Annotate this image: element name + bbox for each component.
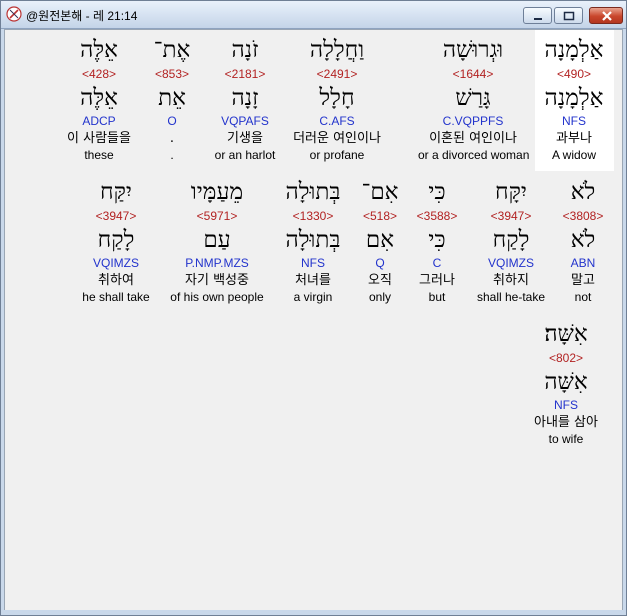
status-bar — [4, 610, 623, 615]
strong-number: <802> — [548, 351, 584, 365]
morphology-code: NFS — [554, 398, 578, 412]
word-entry[interactable]: אִשָּׁה׃ <802> אִשָּׁה NFS 아내를 삼아 to wife — [511, 318, 621, 448]
hebrew-lemma: אֵלֶּה — [80, 85, 118, 111]
maximize-button[interactable] — [554, 7, 583, 24]
hebrew-word: מֵעַמָּיו — [190, 179, 244, 205]
title-bar[interactable]: @원전본해 - 레 21:14 — [1, 1, 626, 29]
strong-number: <428> — [81, 67, 117, 81]
english-gloss: these — [84, 148, 114, 162]
hebrew-word: אַלְמָנָה — [544, 37, 604, 63]
hebrew-lemma: בְּתוּלָה — [285, 227, 341, 253]
close-button[interactable] — [589, 7, 623, 24]
maximize-icon — [563, 11, 575, 21]
english-gloss: or a divorced woman — [418, 148, 530, 162]
korean-gloss: 이혼된 여인이나 — [429, 131, 517, 146]
strong-number: <1330> — [292, 209, 334, 223]
morphology-code: NFS — [301, 256, 325, 270]
interlinear-panel[interactable]: אַלְמָנָה <490> אַלְמָנָה NFS 과부나 A widow וּגְ… — [4, 29, 623, 611]
word-entry[interactable]: אַלְמָנָה <490> אַלְמָנָה NFS 과부나 A widow — [519, 34, 627, 164]
hebrew-lemma: עַם — [203, 227, 231, 253]
english-gloss: A widow — [551, 148, 597, 162]
korean-gloss: 처녀를 — [295, 273, 331, 288]
korean-gloss: 이 사람들을 — [67, 131, 131, 146]
hebrew-word: בְּתוּלָה — [285, 179, 341, 205]
hebrew-word: וּגְרוּשָׁה — [442, 37, 504, 63]
hebrew-word: אֵלֶּה — [80, 37, 118, 63]
strong-number: <490> — [556, 67, 592, 81]
hebrew-word: יִקַּח — [100, 179, 132, 205]
app-window: @원전본해 - 레 21:14 אַלְמָנָה <490> אַלְמָנָה N… — [0, 0, 627, 616]
strong-number: <1644> — [452, 67, 494, 81]
korean-gloss: 과부나 — [556, 131, 592, 146]
morphology-code: ADCP — [82, 114, 116, 128]
english-gloss: of his own people — [170, 290, 264, 304]
close-icon — [602, 11, 612, 21]
window-title: @원전본해 - 레 21:14 — [26, 9, 138, 23]
morphology-code: P.NMP.MZS — [185, 256, 249, 270]
app-icon[interactable] — [6, 6, 22, 22]
word-entry[interactable]: מֵעַמָּיו <5971> עַם P.NMP.MZS 자기 백성중 of his … — [162, 176, 272, 306]
morphology-code: C.VQPPFS — [442, 114, 504, 128]
korean-gloss: 자기 백성중 — [185, 273, 249, 288]
word-entry[interactable]: וּגְרוּשָׁה <1644> גָּרַשׁ C.VQPPFS 이혼된 여인이나… — [418, 34, 530, 164]
english-gloss: he shall take — [82, 290, 150, 304]
strong-number: <5971> — [196, 209, 238, 223]
word-entry[interactable]: יִקַּח <3947> לָקַח VQIMZS 취하여 he shall take — [61, 176, 171, 306]
minimize-button[interactable] — [523, 7, 552, 24]
hebrew-lemma: אִשָּׁה — [544, 369, 588, 395]
hebrew-lemma: אַלְמָנָה — [544, 85, 604, 111]
minimize-icon — [534, 18, 542, 20]
english-gloss: a virgin — [293, 290, 333, 304]
hebrew-word: אִשָּׁה׃ — [544, 321, 588, 347]
morphology-code: NFS — [562, 114, 586, 128]
strong-number: <3947> — [95, 209, 137, 223]
english-gloss: to wife — [548, 432, 584, 446]
hebrew-lemma: גָּרַשׁ — [455, 85, 491, 111]
word-entry[interactable]: אֵלֶּה <428> אֵלֶּה ADCP 이 사람들을 these — [44, 34, 154, 164]
korean-gloss: 취하여 — [98, 273, 134, 288]
hebrew-lemma: לָקַח — [97, 227, 135, 253]
word-entry[interactable]: בְּתוּלָה <1330> בְּתוּלָה NFS 처녀를 a virgin — [258, 176, 368, 306]
korean-gloss: 아내를 삼아 — [534, 415, 598, 430]
morphology-code: VQIMZS — [92, 256, 139, 270]
